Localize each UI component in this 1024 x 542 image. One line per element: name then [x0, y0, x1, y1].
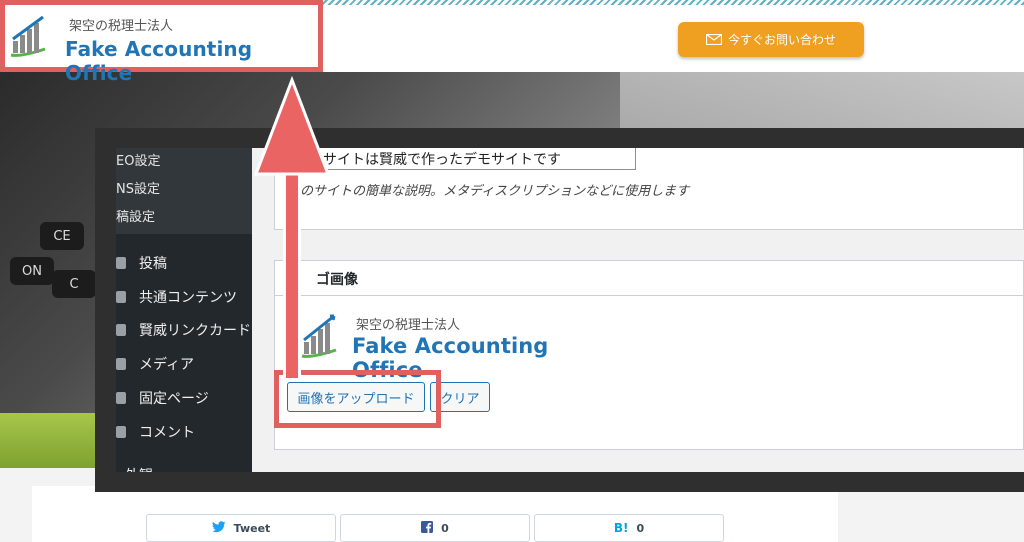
- sidebar-item-label: 外観: [125, 465, 153, 472]
- facebook-count: 0: [441, 521, 449, 535]
- media-icon: [116, 358, 126, 370]
- hatena-icon: B!: [613, 521, 629, 535]
- sidebar-item-label: 投稿: [139, 256, 167, 272]
- facebook-share-button[interactable]: 0: [340, 514, 530, 542]
- twitter-icon: [211, 520, 226, 536]
- sidebar-item-label: メディア: [139, 357, 195, 373]
- tweet-label: Tweet: [233, 521, 271, 535]
- site-logo-en: Fake Accounting Office: [65, 37, 253, 85]
- sidebar-item-pages[interactable]: 固定ページ: [116, 383, 252, 413]
- arrow-up-icon: [253, 76, 331, 176]
- sidebar-item-label: コメント: [139, 425, 195, 441]
- sidebar-item-comments[interactable]: コメント: [116, 417, 252, 447]
- pin-icon: [116, 257, 126, 269]
- site-logo-highlight[interactable]: 架空の税理士法人 Fake Accounting Office: [0, 0, 323, 85]
- sidebar-item-media[interactable]: メディア: [116, 349, 252, 379]
- calculator-key: ON: [10, 257, 54, 285]
- logo-preview: 架空の税理士法人 Fake Accounting Office: [300, 308, 600, 382]
- tweet-button[interactable]: Tweet: [146, 514, 336, 542]
- sidebar-item-common-content[interactable]: 共通コンテンツ: [116, 282, 252, 312]
- tagline-input[interactable]: サイトは賢威で作ったデモサイトです: [300, 148, 636, 170]
- page-icon: [116, 392, 126, 404]
- tagline-description: のサイトの簡単な説明。メタディスクリプションなどに使用します: [300, 184, 690, 199]
- upload-button-highlight: [274, 370, 441, 428]
- sidebar-item-posts[interactable]: 投稿: [116, 248, 252, 278]
- submenu-item-sns[interactable]: NS設定: [116, 178, 160, 197]
- site-logo-jp: 架空の税理士法人: [69, 19, 174, 34]
- calculator-key: CE: [40, 222, 84, 250]
- sidebar-item-link-card[interactable]: 賢威リンクカード: [116, 315, 252, 345]
- submenu-item-post[interactable]: 稿設定: [116, 206, 155, 225]
- arrow-shaft: [283, 160, 301, 378]
- logo-preview-jp: 架空の税理士法人: [356, 318, 461, 333]
- submenu-item-seo[interactable]: EO設定: [116, 150, 160, 169]
- comment-icon: [116, 426, 126, 438]
- calculator-key: C: [52, 270, 96, 298]
- sidebar-item-appearance[interactable]: 外観: [116, 462, 252, 472]
- sidebar-item-label: 賢威リンクカード: [139, 323, 251, 339]
- contact-button[interactable]: 今すぐお問い合わせ: [678, 22, 864, 57]
- mail-icon: [705, 34, 722, 45]
- tagline-value: サイトは賢威で作ったデモサイトです: [323, 151, 561, 168]
- facebook-icon: [421, 520, 434, 536]
- hatena-share-button[interactable]: B! 0: [534, 514, 724, 542]
- logo-image-title: ゴ画像: [316, 272, 358, 288]
- logo-chart-icon: [10, 15, 46, 57]
- sidebar-item-label: 固定ページ: [139, 391, 209, 407]
- doc-icon: [116, 324, 126, 336]
- sidebar-item-label: 共通コンテンツ: [139, 290, 237, 306]
- logo-image-panel-header: [274, 260, 1024, 296]
- contact-button-label: 今すぐお問い合わせ: [727, 33, 836, 47]
- doc-icon: [116, 291, 126, 303]
- logo-chart-icon: [301, 314, 337, 358]
- hatena-count: 0: [636, 521, 645, 535]
